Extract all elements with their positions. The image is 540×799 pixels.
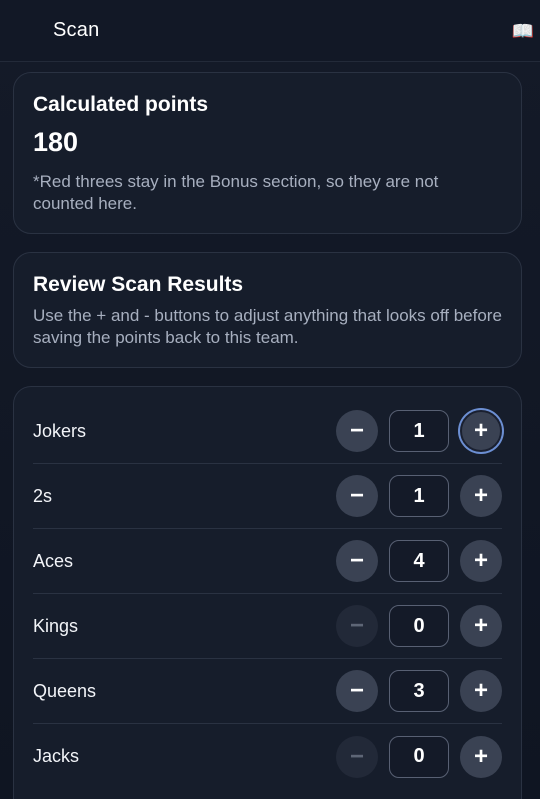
content: Calculated points 180 *Red threes stay i… (0, 62, 540, 799)
count-stepper: − 3 + (336, 670, 502, 712)
decrement-button[interactable]: − (336, 540, 378, 582)
decrement-button[interactable]: − (336, 605, 378, 647)
count-value: 1 (389, 475, 449, 517)
top-bar: Scan 📖 (0, 0, 540, 62)
count-value: 4 (389, 540, 449, 582)
count-label: Queens (33, 680, 97, 701)
decrement-button[interactable]: − (336, 670, 378, 712)
count-value: 0 (389, 735, 449, 778)
count-stepper: − 0 + (336, 735, 502, 778)
count-stepper: − 1 + (336, 475, 502, 517)
count-label: 2s (33, 485, 53, 506)
count-stepper: − 4 + (336, 540, 502, 582)
count-label: Jokers (33, 420, 87, 441)
increment-button[interactable]: + (460, 605, 502, 647)
review-scan-card: Review Scan Results Use the + and - butt… (13, 252, 522, 368)
count-label: Jacks (33, 746, 80, 766)
decrement-button[interactable]: − (336, 475, 378, 517)
page-title: Scan (53, 19, 100, 41)
calculated-points-card: Calculated points 180 *Red threes stay i… (13, 72, 522, 234)
red-threes-note: *Red threes stay in the Bonus section, s… (33, 172, 439, 213)
count-value: 1 (389, 410, 449, 452)
count-label: Aces (33, 550, 74, 571)
scan-screen: Scan 📖 Calculated points 180 *Red threes… (0, 0, 540, 799)
review-scan-title: Review Scan Results (33, 273, 244, 296)
increment-button[interactable]: + (460, 410, 502, 452)
count-row-aces: Aces − 4 + (33, 529, 502, 594)
open-book-icon[interactable]: 📖 (512, 21, 534, 41)
count-value: 3 (389, 670, 449, 712)
review-scan-description: Use the + and - buttons to adjust anythi… (33, 306, 502, 347)
decrement-button[interactable]: − (336, 410, 378, 452)
decrement-button[interactable]: − (336, 735, 378, 778)
calculated-points-title: Calculated points (33, 93, 209, 116)
count-row-jokers: Jokers − 1 + (33, 399, 502, 464)
count-stepper: − 0 + (336, 605, 502, 647)
card-counts-card: Jokers − 1 + 2s − 1 + Aces − 4 + Kings −… (13, 386, 522, 799)
increment-button[interactable]: + (460, 670, 502, 712)
increment-button[interactable]: + (460, 540, 502, 582)
count-stepper: − 1 + (336, 410, 502, 452)
calculated-points-value: 180 (33, 127, 79, 157)
increment-button[interactable]: + (460, 735, 502, 778)
count-row-2s: 2s − 1 + (33, 464, 502, 529)
count-row-queens: Queens − 3 + (33, 659, 502, 724)
count-row-kings: Kings − 0 + (33, 594, 502, 659)
increment-button[interactable]: + (460, 475, 502, 517)
count-label: Kings (33, 615, 79, 636)
count-value: 0 (389, 605, 449, 647)
count-row-jacks: Jacks − 0 + (33, 724, 502, 789)
